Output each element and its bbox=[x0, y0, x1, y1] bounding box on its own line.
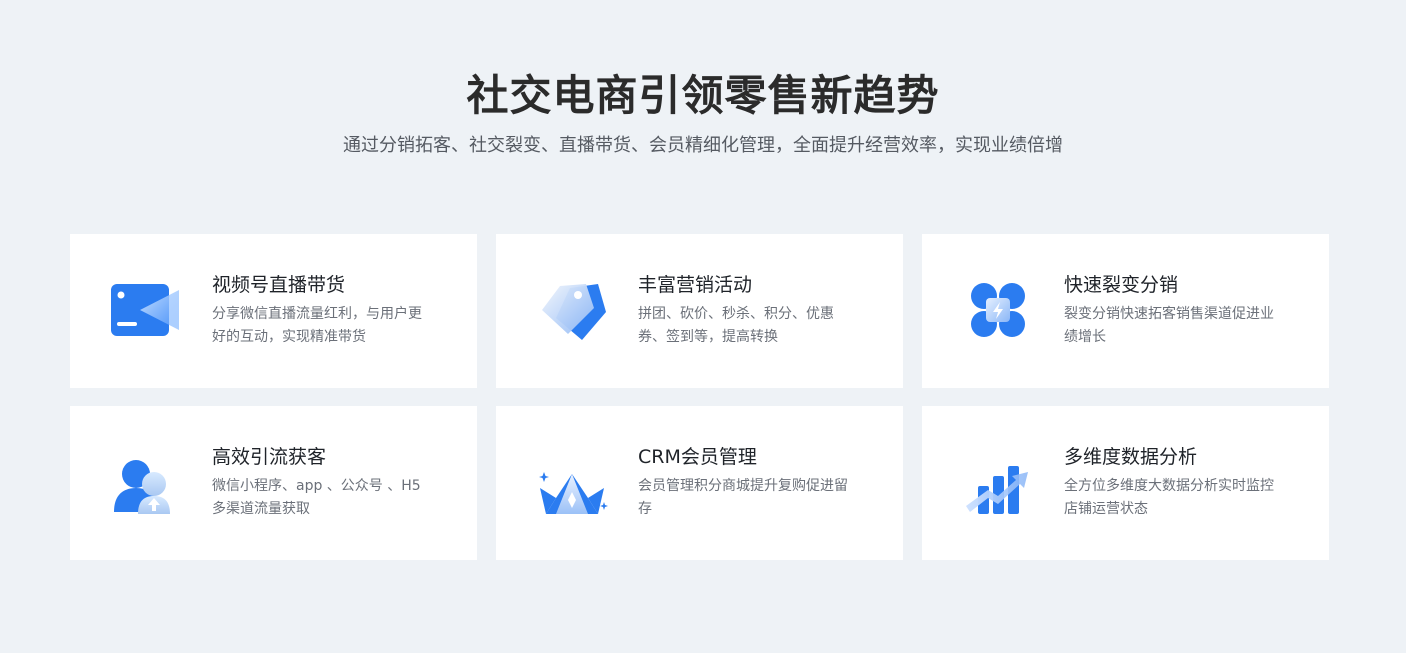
price-tag-icon bbox=[534, 274, 610, 350]
card-desc: 微信小程序、app 、公众号 、H5多渠道流量获取 bbox=[212, 478, 421, 517]
page: 社交电商引领零售新趋势 通过分销拓客、社交裂变、直播带货、会员精细化管理，全面提… bbox=[0, 0, 1406, 653]
card-title: 高效引流获客 bbox=[212, 446, 327, 468]
crown-icon bbox=[534, 446, 610, 522]
hero-title: 社交电商引领零售新趋势 bbox=[466, 71, 940, 120]
card-desc: 裂变分销快速拓客销售渠道促进业绩增长 bbox=[1064, 306, 1274, 345]
feature-card-crm[interactable]: CRM会员管理 会员管理积分商城提升复购促进留存 bbox=[496, 406, 903, 560]
feature-card-marketing[interactable]: 丰富营销活动 拼团、砍价、秒杀、积分、优惠券、签到等，提高转换 bbox=[496, 234, 903, 388]
card-title: 多维度数据分析 bbox=[1064, 446, 1198, 468]
video-live-icon bbox=[108, 274, 184, 350]
card-desc: 全方位多维度大数据分析实时监控店铺运营状态 bbox=[1064, 478, 1274, 517]
card-desc: 分享微信直播流量红利，与用户更好的互动，实现精准带货 bbox=[212, 306, 422, 345]
card-desc: 拼团、砍价、秒杀、积分、优惠券、签到等，提高转换 bbox=[638, 306, 834, 345]
card-desc: 会员管理积分商城提升复购促进留存 bbox=[638, 478, 848, 517]
card-title: CRM会员管理 bbox=[638, 446, 757, 468]
feature-card-traffic[interactable]: 高效引流获客 微信小程序、app 、公众号 、H5多渠道流量获取 bbox=[70, 406, 477, 560]
data-chart-icon bbox=[960, 446, 1036, 522]
hero-subtitle: 通过分销拓客、社交裂变、直播带货、会员精细化管理，全面提升经营效率，实现业绩倍增 bbox=[343, 135, 1063, 156]
feature-card-video-live[interactable]: 视频号直播带货 分享微信直播流量红利，与用户更好的互动，实现精准带货 bbox=[70, 234, 477, 388]
feature-card-fission[interactable]: 快速裂变分销 裂变分销快速拓客销售渠道促进业绩增长 bbox=[922, 234, 1329, 388]
card-title: 视频号直播带货 bbox=[212, 274, 346, 296]
card-title: 丰富营销活动 bbox=[638, 274, 753, 296]
card-title: 快速裂变分销 bbox=[1064, 274, 1179, 296]
feature-grid: 视频号直播带货 分享微信直播流量红利，与用户更好的互动，实现精准带货 丰富营销活… bbox=[70, 234, 1329, 560]
fission-network-icon bbox=[960, 274, 1036, 350]
feature-card-analytics[interactable]: 多维度数据分析 全方位多维度大数据分析实时监控店铺运营状态 bbox=[922, 406, 1329, 560]
user-growth-icon bbox=[108, 446, 184, 522]
